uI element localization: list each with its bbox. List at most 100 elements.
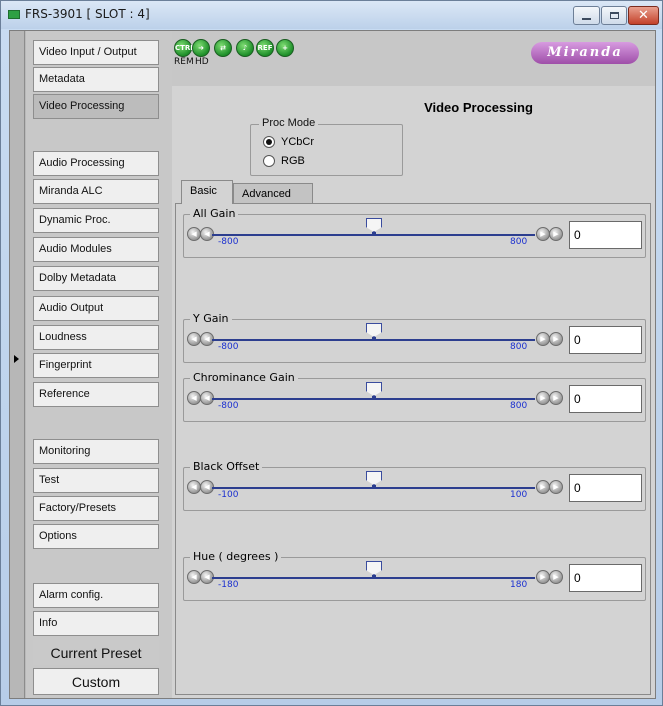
sidebar-item-metadata[interactable]: Metadata — [33, 67, 159, 92]
all-gain-value-input[interactable]: 0 — [569, 221, 642, 249]
black-offset-max: 100 — [510, 490, 528, 500]
hue-value-input[interactable]: 0 — [569, 564, 642, 592]
fast-increment-icon[interactable]: ▶ — [549, 480, 563, 494]
plus-icon[interactable]: + — [276, 39, 294, 57]
minimize-icon — [582, 17, 591, 20]
y-gain-max: 800 — [510, 342, 528, 352]
rem-label: REM — [174, 57, 194, 67]
fast-decrement-icon[interactable]: ◀ — [187, 332, 201, 346]
sidebar: Video Input / Output Metadata Video Proc… — [26, 31, 172, 698]
fast-increment-icon[interactable]: ▶ — [549, 391, 563, 405]
hue-group: Hue ( degrees ) ◀ ◀ -180 180 ▶ ▶ 0 — [183, 550, 646, 601]
increment-icon[interactable]: ▶ — [536, 332, 550, 346]
title-bar[interactable]: FRS-3901 [ SLOT : 4] ✕ — [1, 1, 662, 29]
tab-basic[interactable]: Basic — [181, 180, 233, 204]
chrominance-gain-min: -800 — [218, 401, 239, 411]
sidebar-item-video-processing[interactable]: Video Processing — [33, 94, 159, 119]
tab-advanced[interactable]: Advanced — [233, 183, 313, 203]
sidebar-item-monitoring[interactable]: Monitoring — [33, 439, 159, 464]
all-gain-max: 800 — [510, 237, 528, 247]
chrominance-gain-label: Chrominance Gain — [190, 371, 298, 384]
hd-icon[interactable]: ➜ — [192, 39, 210, 57]
increment-icon[interactable]: ▶ — [536, 570, 550, 584]
fast-increment-icon[interactable]: ▶ — [549, 227, 563, 241]
client-area: Video Input / Output Metadata Video Proc… — [9, 30, 656, 699]
sidebar-item-factory-presets[interactable]: Factory/Presets — [33, 496, 159, 521]
maximize-button[interactable] — [601, 6, 627, 25]
sidebar-item-audio-modules[interactable]: Audio Modules — [33, 237, 159, 262]
sidebar-item-fingerprint[interactable]: Fingerprint — [33, 353, 159, 378]
current-preset-label: Current Preset — [33, 640, 159, 665]
close-button[interactable]: ✕ — [628, 6, 659, 25]
ref-icon[interactable]: REF — [256, 39, 274, 57]
proc-mode-option-ycbcr[interactable]: YCbCr — [263, 136, 314, 148]
sidebar-item-video-input-output[interactable]: Video Input / Output — [33, 40, 159, 65]
source-icon[interactable]: ⇄ — [214, 39, 232, 57]
ctrl-icon[interactable]: CTRL — [174, 39, 195, 57]
expand-arrow-icon[interactable] — [14, 355, 19, 363]
black-offset-min: -100 — [218, 490, 239, 500]
radio-rgb[interactable] — [263, 155, 275, 167]
hue-label: Hue ( degrees ) — [190, 550, 282, 563]
black-offset-thumb[interactable] — [366, 471, 382, 485]
radio-label-ycbcr: YCbCr — [281, 136, 315, 148]
thumb-marker — [372, 396, 376, 400]
radio-ycbcr[interactable] — [263, 136, 275, 148]
minimize-button[interactable] — [573, 6, 600, 25]
fast-decrement-icon[interactable]: ◀ — [187, 480, 201, 494]
increment-icon[interactable]: ▶ — [536, 391, 550, 405]
chrominance-gain-value-input[interactable]: 0 — [569, 385, 642, 413]
chrominance-gain-max: 800 — [510, 401, 528, 411]
black-offset-group: Black Offset ◀ ◀ -100 100 ▶ ▶ 0 — [183, 460, 646, 511]
app-icon — [8, 10, 20, 19]
all-gain-min: -800 — [218, 237, 239, 247]
status-toolbar: CTRL ➜ ⇄ ♪ REF + REM HD Miranda — [172, 31, 655, 86]
y-gain-min: -800 — [218, 342, 239, 352]
proc-mode-group: Proc Mode YCbCr RGB — [250, 117, 403, 176]
sidebar-item-dolby-metadata[interactable]: Dolby Metadata — [33, 266, 159, 291]
audio-icon[interactable]: ♪ — [236, 39, 254, 57]
chrominance-gain-thumb[interactable] — [366, 382, 382, 396]
fast-increment-icon[interactable]: ▶ — [549, 332, 563, 346]
black-offset-label: Black Offset — [190, 460, 263, 473]
collapse-strip[interactable] — [10, 31, 25, 698]
all-gain-label: All Gain — [190, 207, 239, 220]
y-gain-thumb[interactable] — [366, 323, 382, 337]
main-panel: CTRL ➜ ⇄ ♪ REF + REM HD Miranda Video Pr… — [172, 31, 655, 698]
sidebar-item-alarm-config[interactable]: Alarm config. — [33, 583, 159, 608]
radio-label-rgb: RGB — [281, 155, 305, 167]
current-preset-value[interactable]: Custom — [33, 668, 159, 695]
y-gain-value-input[interactable]: 0 — [569, 326, 642, 354]
all-gain-group: All Gain ◀ ◀ -800 800 ▶ ▶ 0 — [183, 207, 646, 258]
thumb-marker — [372, 232, 376, 236]
maximize-icon — [609, 12, 619, 19]
sidebar-item-loudness[interactable]: Loudness — [33, 325, 159, 350]
hue-thumb[interactable] — [366, 561, 382, 575]
sidebar-item-reference[interactable]: Reference — [33, 382, 159, 407]
increment-icon[interactable]: ▶ — [536, 227, 550, 241]
black-offset-value-input[interactable]: 0 — [569, 474, 642, 502]
sidebar-item-options[interactable]: Options — [33, 524, 159, 549]
increment-icon[interactable]: ▶ — [536, 480, 550, 494]
sidebar-item-info[interactable]: Info — [33, 611, 159, 636]
sidebar-item-audio-output[interactable]: Audio Output — [33, 296, 159, 321]
sidebar-item-audio-processing[interactable]: Audio Processing — [33, 151, 159, 176]
hue-max: 180 — [510, 580, 528, 590]
y-gain-label: Y Gain — [190, 312, 232, 325]
fast-decrement-icon[interactable]: ◀ — [187, 391, 201, 405]
app-window: FRS-3901 [ SLOT : 4] ✕ Video Input / Out… — [0, 0, 663, 706]
sidebar-item-dynamic-proc[interactable]: Dynamic Proc. — [33, 208, 159, 233]
brand-logo: Miranda — [531, 42, 639, 64]
chrominance-gain-group: Chrominance Gain ◀ ◀ -800 800 ▶ ▶ 0 — [183, 371, 646, 422]
fast-decrement-icon[interactable]: ◀ — [187, 227, 201, 241]
tab-bar: Basic Advanced — [172, 179, 655, 205]
thumb-marker — [372, 337, 376, 341]
sidebar-item-miranda-alc[interactable]: Miranda ALC — [33, 179, 159, 204]
fast-decrement-icon[interactable]: ◀ — [187, 570, 201, 584]
all-gain-thumb[interactable] — [366, 218, 382, 232]
sidebar-item-test[interactable]: Test — [33, 468, 159, 493]
window-title: FRS-3901 [ SLOT : 4] — [25, 7, 150, 21]
fast-increment-icon[interactable]: ▶ — [549, 570, 563, 584]
y-gain-group: Y Gain ◀ ◀ -800 800 ▶ ▶ 0 — [183, 312, 646, 363]
proc-mode-option-rgb[interactable]: RGB — [263, 155, 305, 167]
